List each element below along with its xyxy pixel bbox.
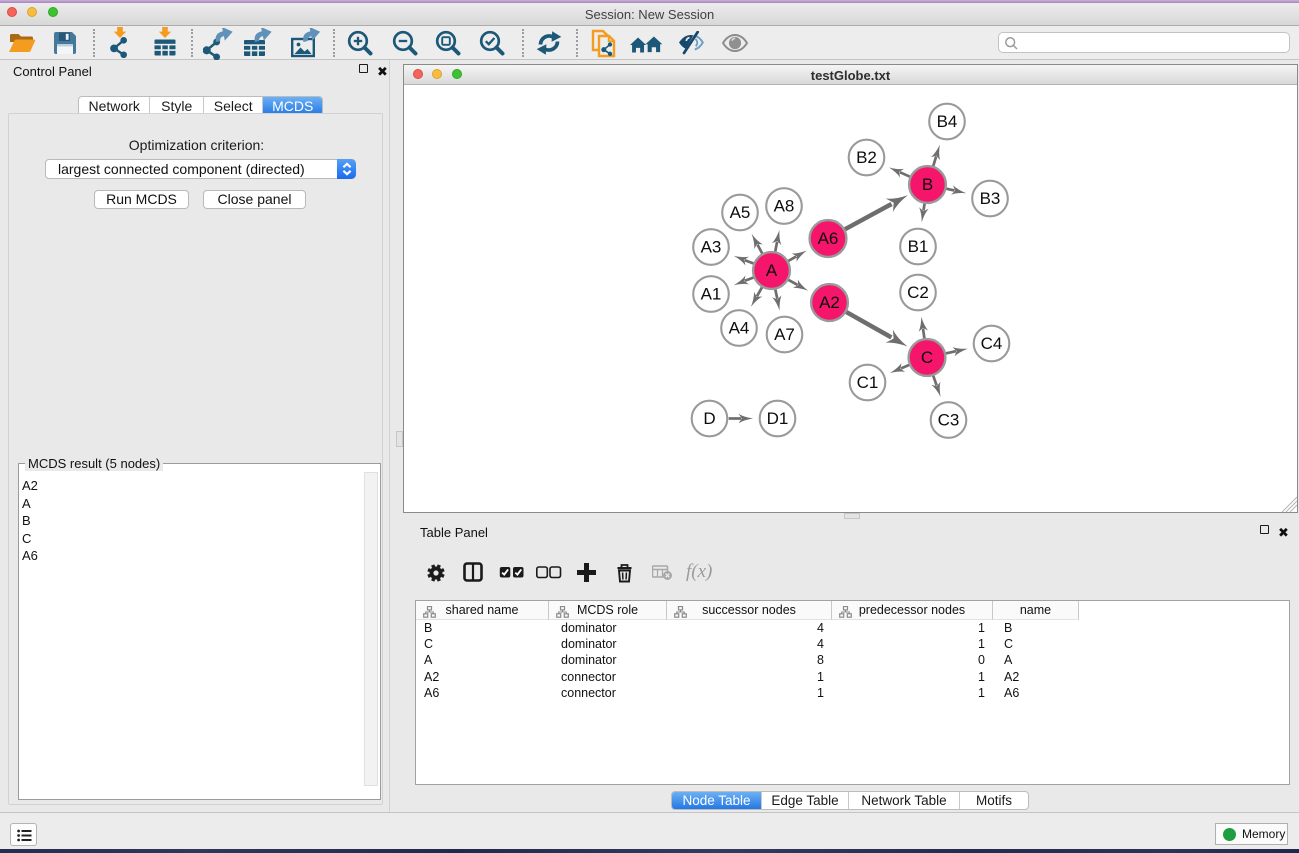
svg-text:A6: A6 xyxy=(818,229,839,248)
svg-text:A3: A3 xyxy=(701,238,722,257)
svg-text:C4: C4 xyxy=(981,334,1003,353)
svg-text:A1: A1 xyxy=(701,285,722,304)
svg-text:B2: B2 xyxy=(856,148,877,167)
svg-text:A5: A5 xyxy=(730,203,751,222)
svg-text:A8: A8 xyxy=(774,197,795,216)
svg-text:D1: D1 xyxy=(767,409,789,428)
svg-text:C: C xyxy=(921,348,933,367)
svg-text:C1: C1 xyxy=(857,373,879,392)
svg-text:A4: A4 xyxy=(729,319,750,338)
svg-text:B4: B4 xyxy=(937,112,958,131)
svg-text:A7: A7 xyxy=(774,325,795,344)
svg-text:A2: A2 xyxy=(819,293,840,312)
svg-text:B1: B1 xyxy=(908,237,929,256)
svg-text:A: A xyxy=(766,261,778,280)
svg-text:B: B xyxy=(922,175,933,194)
svg-text:C3: C3 xyxy=(938,411,960,430)
svg-text:B3: B3 xyxy=(980,189,1001,208)
svg-text:C2: C2 xyxy=(907,283,929,302)
svg-text:D: D xyxy=(703,409,715,428)
